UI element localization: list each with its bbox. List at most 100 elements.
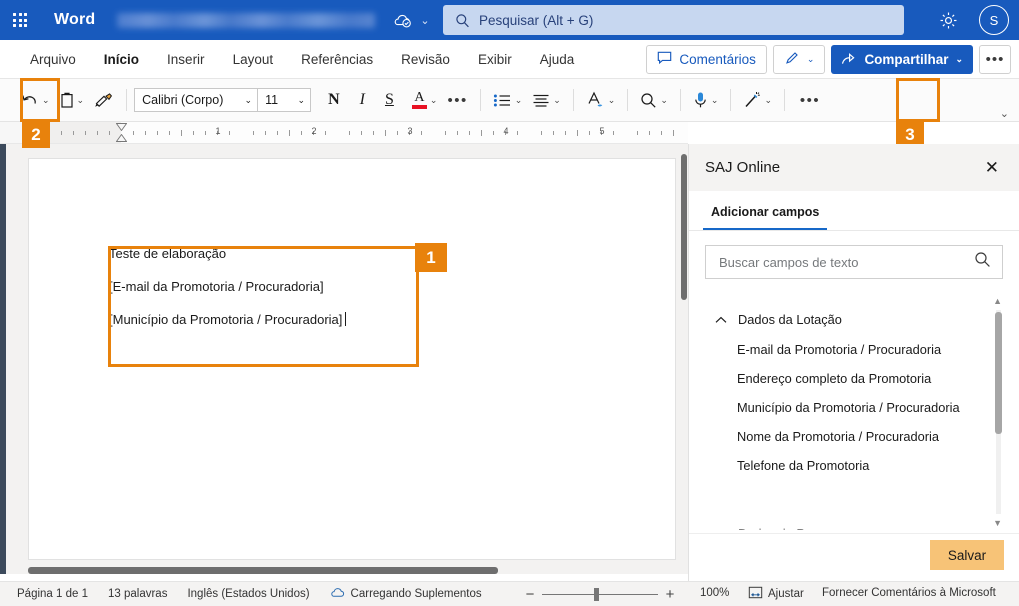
tab-inicio[interactable]: Início: [90, 41, 153, 79]
document-line-2[interactable]: [E-mail da Promotoria / Procuradoria]: [109, 279, 419, 294]
ruler-number-5: 5: [599, 126, 604, 136]
tab-adicionar-campos[interactable]: Adicionar campos: [703, 205, 827, 230]
zoom-slider-handle[interactable]: [594, 588, 599, 601]
first-line-indent-marker[interactable]: [116, 123, 127, 131]
close-icon[interactable]: ✕: [979, 155, 1005, 180]
document-canvas[interactable]: [6, 144, 688, 574]
align-button[interactable]: ⌄: [527, 85, 566, 115]
field-item-endereco-promotoria[interactable]: Endereço completo da Promotoria: [705, 366, 981, 390]
cloud-saved-icon[interactable]: [393, 13, 412, 28]
share-button[interactable]: Compartilhar ⌄: [831, 45, 973, 74]
bold-button[interactable]: N: [323, 85, 345, 115]
tab-layout[interactable]: Layout: [219, 41, 288, 79]
font-size-select[interactable]: 11 ⌄: [258, 88, 311, 112]
ribbon-collapse-chevron-down-icon[interactable]: ⌄: [1000, 107, 1009, 120]
gear-icon[interactable]: [933, 6, 963, 34]
field-item-nome-promotoria[interactable]: Nome da Promotoria / Procuradoria: [705, 424, 981, 448]
status-page[interactable]: Página 1 de 1: [17, 588, 88, 600]
share-chevron-down-icon[interactable]: ⌄: [955, 54, 963, 65]
font-name-value: Calibri (Corpo): [142, 93, 223, 107]
field-group-dados-da-lotacao[interactable]: Dados da Lotação: [705, 306, 981, 332]
designer-button[interactable]: ⌄: [738, 85, 777, 115]
dictate-button[interactable]: ⌄: [688, 85, 724, 115]
field-item-municipio-promotoria[interactable]: Município da Promotoria / Procuradoria: [705, 395, 981, 419]
italic-button[interactable]: I: [355, 85, 370, 115]
app-launcher-icon[interactable]: [0, 0, 40, 40]
fit-width-label: Ajustar: [768, 588, 804, 600]
zoom-out-button[interactable]: −: [518, 582, 542, 606]
document-page[interactable]: [28, 158, 676, 560]
title-chevron-down-icon[interactable]: ⌄: [420, 14, 429, 27]
field-search-input[interactable]: Buscar campos de texto: [705, 245, 1003, 279]
chevron-down-icon[interactable]: ⌄: [553, 95, 561, 106]
bullets-button[interactable]: ⌄: [488, 85, 528, 115]
ribbon-tab-bar: Arquivo Início Inserir Layout Referência…: [0, 40, 1019, 79]
ruler-number-1: 1: [215, 126, 220, 136]
tab-arquivo[interactable]: Arquivo: [16, 41, 90, 79]
font-name-select[interactable]: Calibri (Corpo) ⌄: [134, 88, 258, 112]
chevron-down-icon[interactable]: ⌄: [608, 95, 616, 106]
comment-glyph: [657, 51, 672, 65]
chevron-down-icon[interactable]: ⌄: [807, 54, 815, 65]
editing-mode-button[interactable]: ⌄: [773, 45, 826, 74]
field-group-dados-do-processo[interactable]: Dados do P...: [705, 520, 981, 530]
chevron-down-icon[interactable]: ⌄: [660, 95, 668, 106]
document-text-block[interactable]: Teste de elaboração [E-mail da Promotori…: [109, 246, 419, 327]
fit-width-button[interactable]: Ajustar: [748, 586, 804, 602]
avatar[interactable]: S: [979, 5, 1009, 35]
clipboard-icon: [60, 92, 74, 109]
tab-referencias[interactable]: Referências: [287, 41, 387, 79]
search-input[interactable]: Pesquisar (Alt + G): [443, 5, 904, 35]
search-icon[interactable]: [974, 251, 991, 273]
chevron-down-icon[interactable]: ⌄: [430, 95, 438, 106]
tab-inserir[interactable]: Inserir: [153, 41, 219, 79]
zoom-slider-track: [542, 594, 658, 595]
hanging-indent-marker[interactable]: [116, 134, 127, 142]
chevron-down-icon[interactable]: ⌄: [515, 95, 523, 106]
comments-label: Comentários: [679, 52, 756, 67]
document-line-1[interactable]: Teste de elaboração: [109, 246, 419, 261]
field-item-telefone-promotoria[interactable]: Telefone da Promotoria: [705, 453, 981, 477]
field-item-email-promotoria[interactable]: E-mail da Promotoria / Procuradoria: [705, 337, 981, 361]
feedback-link[interactable]: Fornecer Comentários à Microsoft: [822, 587, 996, 599]
font-color-button[interactable]: A ⌄: [407, 85, 443, 115]
field-group-partially-visible[interactable]: Dados do P...: [705, 520, 981, 530]
document-line-3[interactable]: [Município da Promotoria / Procuradoria]: [109, 312, 419, 327]
toolbar-overflow-button[interactable]: •••: [792, 85, 828, 115]
chevron-down-icon[interactable]: ⌄: [764, 95, 772, 106]
format-painter-button[interactable]: [89, 85, 119, 115]
tab-revisao[interactable]: Revisão: [387, 41, 464, 79]
undo-button[interactable]: ⌄: [16, 85, 55, 115]
scroll-down-icon[interactable]: ▼: [993, 518, 1002, 528]
scroll-up-icon[interactable]: ▲: [993, 296, 1002, 306]
status-language[interactable]: Inglês (Estados Unidos): [187, 588, 309, 600]
chevron-down-icon[interactable]: ⌄: [711, 95, 719, 106]
field-list[interactable]: ▲ ▼ Dados da Lotação E-mail da Promotori…: [705, 296, 1004, 530]
horizontal-ruler[interactable]: 1 2 3 4 5 6: [0, 122, 688, 144]
tab-exibir[interactable]: Exibir: [464, 41, 526, 79]
chevron-down-icon[interactable]: ⌄: [77, 95, 85, 106]
find-button[interactable]: ⌄: [635, 85, 673, 115]
status-word-count[interactable]: 13 palavras: [108, 588, 167, 600]
field-list-scroll-thumb[interactable]: [995, 312, 1002, 434]
share-glyph: [841, 51, 857, 66]
chevron-down-icon[interactable]: ⌄: [42, 95, 50, 106]
horizontal-scroll-thumb[interactable]: [28, 567, 498, 574]
more-formatting-button[interactable]: •••: [442, 85, 472, 115]
paste-button[interactable]: ⌄: [55, 85, 90, 115]
save-button[interactable]: Salvar: [930, 540, 1004, 570]
document-title-redacted[interactable]: [117, 13, 375, 28]
vertical-scroll-thumb[interactable]: [681, 154, 687, 300]
tab-ajuda[interactable]: Ajuda: [526, 41, 589, 79]
comments-button[interactable]: Comentários: [646, 45, 767, 74]
zoom-slider[interactable]: [542, 582, 658, 606]
underline-button[interactable]: S: [380, 85, 399, 115]
zoom-in-button[interactable]: +: [658, 582, 682, 606]
status-addins[interactable]: Carregando Suplementos: [330, 587, 482, 602]
text-highlight-button[interactable]: ⌄: [581, 85, 621, 115]
format-painter-icon: [94, 92, 114, 109]
task-pane-footer: Salvar: [689, 533, 1019, 581]
ribbon-more-button[interactable]: •••: [979, 45, 1011, 74]
zoom-level-label[interactable]: 100%: [700, 587, 729, 599]
search-glyph: [974, 251, 991, 268]
